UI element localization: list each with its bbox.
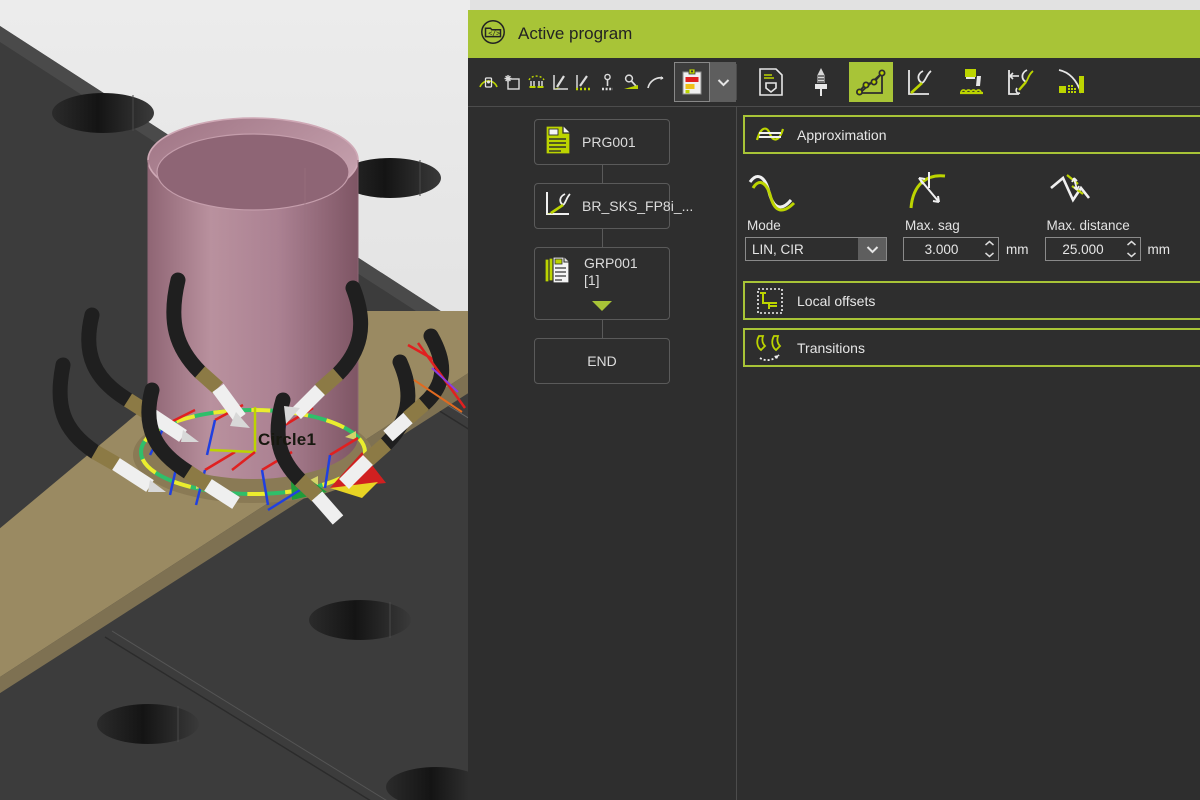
max-distance-icon — [1045, 168, 1171, 214]
max-sag-stepper[interactable] — [981, 238, 998, 260]
tree-connector — [602, 165, 603, 183]
tool-tcp-icon[interactable] — [799, 62, 843, 102]
spinner-up-icon[interactable] — [1123, 238, 1140, 249]
3d-scene — [0, 0, 470, 800]
torch-angle-icon[interactable] — [549, 66, 571, 98]
chevron-down-icon[interactable] — [858, 238, 886, 260]
expand-group-caret-icon[interactable] — [592, 301, 612, 311]
max-distance-value: 25.000 — [1046, 242, 1123, 257]
field-max-sag: Max. sag 3.000 — [903, 168, 1029, 261]
stitch-seam-icon[interactable] — [597, 66, 619, 98]
window-titlebar: </> Active program — [468, 10, 1200, 58]
job-list-dropdown[interactable] — [674, 62, 736, 102]
torch-angle-icon — [543, 189, 573, 224]
group-files-icon — [543, 255, 575, 292]
tree-connector — [602, 229, 603, 247]
weave-pattern-icon[interactable] — [949, 62, 993, 102]
max-distance-unit: mm — [1148, 242, 1171, 257]
active-program-window: </> Active program — [468, 10, 1200, 800]
max-sag-input[interactable]: 3.000 — [903, 237, 999, 261]
svg-text:</>: </> — [488, 29, 500, 37]
torch-orientation-icon[interactable] — [899, 62, 943, 102]
approximation-fields: Mode LIN, CIR — [737, 154, 1200, 261]
torch-search-icon[interactable] — [621, 66, 643, 98]
window-title: Active program — [518, 24, 632, 44]
max-distance-input[interactable]: 25.000 — [1045, 237, 1141, 261]
max-sag-value: 3.000 — [904, 242, 981, 257]
tree-node-label: END — [587, 353, 617, 369]
section-header-transitions[interactable]: Transitions — [743, 328, 1200, 367]
tree-node-label-block: GRP001 [1] — [584, 255, 638, 289]
program-tree: PRG001 BR_SK — [468, 119, 736, 384]
left-toolbar — [468, 58, 736, 106]
toolbars — [468, 58, 1200, 106]
approximation-icon[interactable] — [849, 62, 893, 102]
tree-connector — [602, 320, 603, 338]
approximation-wave-icon — [753, 122, 787, 148]
tree-node-sequence[interactable]: BR_SKS_FP8i_... — [534, 183, 670, 229]
transitions-icon[interactable] — [999, 62, 1043, 102]
speed-gauge-icon[interactable] — [478, 66, 500, 98]
spinner-down-icon[interactable] — [1123, 249, 1140, 260]
spatter-icon[interactable] — [502, 66, 524, 98]
field-mode: Mode LIN, CIR — [745, 168, 887, 261]
local-offsets-icon — [753, 287, 787, 315]
tree-node-program[interactable]: PRG001 — [534, 119, 670, 165]
tree-node-label: PRG001 — [582, 134, 636, 150]
mode-select-value: LIN, CIR — [746, 242, 858, 257]
tree-node-label: BR_SKS_FP8i_... — [582, 198, 693, 214]
tree-node-label: GRP001 — [584, 255, 638, 271]
arc-curve-icon[interactable] — [644, 66, 666, 98]
tree-node-group[interactable]: GRP001 [1] — [534, 247, 670, 320]
torch-weave-icon[interactable] — [573, 66, 595, 98]
section-header-approximation[interactable]: Approximation — [743, 115, 1200, 154]
tree-node-end[interactable]: END — [534, 338, 670, 384]
section-title: Local offsets — [797, 293, 875, 309]
mode-select[interactable]: LIN, CIR — [745, 237, 887, 261]
section-title: Approximation — [797, 127, 887, 143]
ramp-profile-icon[interactable] — [1049, 62, 1093, 102]
max-distance-stepper[interactable] — [1123, 238, 1140, 260]
chevron-down-icon[interactable] — [710, 62, 736, 102]
program-folder-code-icon: </> — [480, 19, 506, 50]
section-header-local-offsets[interactable]: Local offsets — [743, 281, 1200, 320]
field-label: Max. distance — [1047, 218, 1171, 233]
program-tree-pane: PRG001 BR_SK — [468, 106, 736, 800]
spinner-up-icon[interactable] — [981, 238, 998, 249]
field-max-distance: Max. distance 25.000 — [1045, 168, 1171, 261]
content-panes: PRG001 BR_SK — [468, 106, 1200, 800]
max-sag-unit: mm — [1006, 242, 1029, 257]
properties-pane: Approximation Mode — [737, 106, 1200, 800]
smooth-curve-icon — [745, 168, 887, 214]
program-protect-icon[interactable] — [749, 62, 793, 102]
chord-sag-icon — [903, 168, 1029, 214]
program-file-icon — [543, 124, 573, 161]
tree-node-sublabel: [1] — [584, 272, 600, 288]
transitions-torch-icon — [753, 333, 787, 363]
3d-viewport[interactable]: Circle1 — [0, 0, 470, 800]
field-label: Mode — [747, 218, 887, 233]
spinner-down-icon[interactable] — [981, 249, 998, 260]
section-title: Transitions — [797, 340, 865, 356]
job-list-icon[interactable] — [674, 62, 710, 102]
right-toolbar — [737, 58, 1200, 106]
field-label: Max. sag — [905, 218, 1029, 233]
multi-torch-icon[interactable] — [526, 66, 548, 98]
